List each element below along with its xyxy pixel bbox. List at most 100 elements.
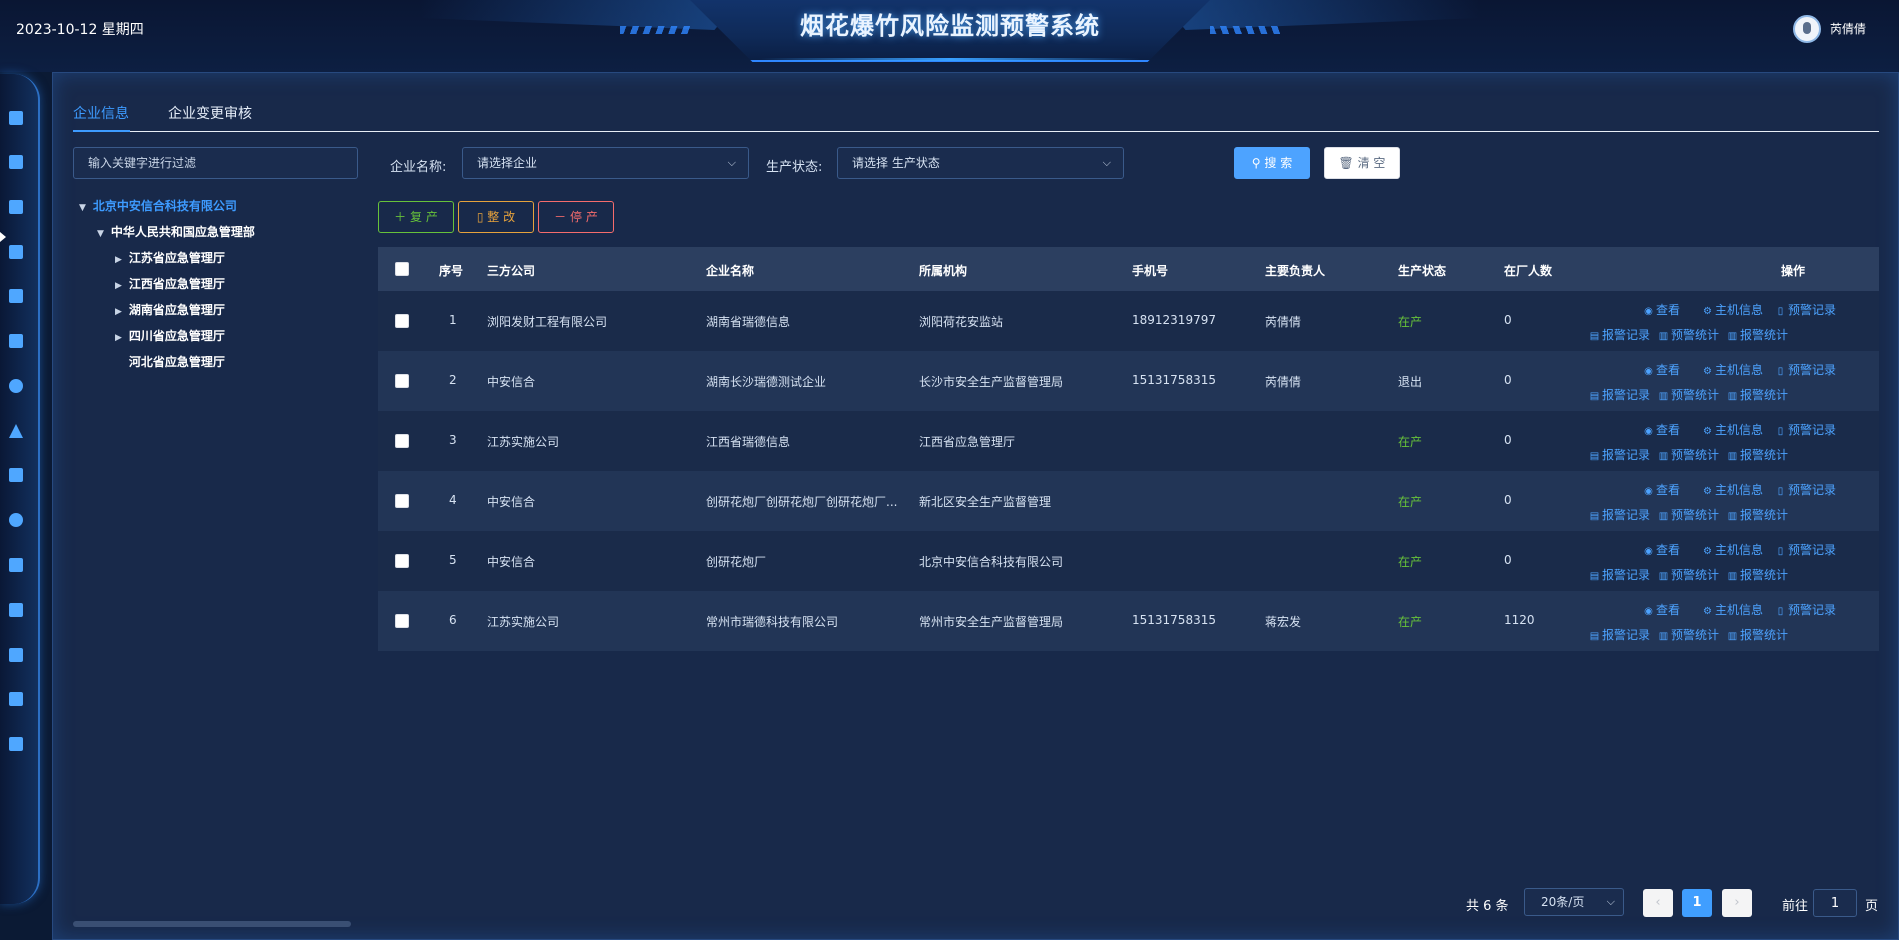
op-label: 主机信息	[1715, 543, 1764, 557]
bulb-icon[interactable]	[8, 512, 24, 528]
clear-button-label: 清 空	[1357, 156, 1386, 170]
op-alarm-record-link[interactable]: ▤ 报警记录	[1589, 506, 1650, 523]
goto-page-input[interactable]	[1813, 889, 1857, 917]
tab-enterprise-info[interactable]: 企业信息	[73, 103, 129, 123]
op-warning-stats-link[interactable]: ▥ 预警统计	[1658, 566, 1719, 583]
op-warning-record-link[interactable]: ▯ 预警记录	[1775, 601, 1836, 618]
tree-node-jiangxi[interactable]: ▶ 江西省应急管理厅	[115, 275, 225, 295]
enterprise-select[interactable]: 请选择企业 ⌵	[462, 147, 749, 179]
tree-filter-input[interactable]	[73, 147, 358, 179]
row-checkbox[interactable]	[395, 554, 409, 568]
alarm-icon[interactable]	[8, 378, 24, 394]
op-alarm-record-link[interactable]: ▤ 报警记录	[1589, 566, 1650, 583]
layers-icon[interactable]	[8, 736, 24, 752]
op-warning-record-link[interactable]: ▯ 预警记录	[1775, 481, 1836, 498]
row-checkbox[interactable]	[395, 494, 409, 508]
next-page-button[interactable]: ›	[1722, 889, 1752, 917]
warning-icon[interactable]	[8, 423, 24, 439]
op-view-link[interactable]: ◉ 查看	[1643, 361, 1680, 378]
caret-right-icon[interactable]: ▶	[115, 333, 125, 343]
op-view-link[interactable]: ◉ 查看	[1643, 541, 1680, 558]
page-size-select[interactable]: 20条/页 ⌵	[1524, 888, 1624, 916]
op-view-link[interactable]: ◉ 查看	[1643, 481, 1680, 498]
op-host-info-link[interactable]: ⚙ 主机信息	[1702, 481, 1763, 498]
chart-icon[interactable]	[8, 244, 24, 260]
tree-node-hebei[interactable]: 河北省应急管理厅	[115, 353, 225, 373]
op-alarm-record-link[interactable]: ▤ 报警记录	[1589, 446, 1650, 463]
avatar[interactable]	[1793, 15, 1821, 43]
caret-down-icon[interactable]: ▼	[97, 229, 107, 239]
bar-chart-icon: ▥	[1727, 511, 1738, 522]
id-card-icon[interactable]	[8, 288, 24, 304]
row-checkbox[interactable]	[395, 374, 409, 388]
row-checkbox[interactable]	[395, 314, 409, 328]
prev-page-button[interactable]: ‹	[1643, 889, 1673, 917]
caret-right-icon[interactable]: ▶	[115, 307, 125, 317]
op-warning-record-link[interactable]: ▯ 预警记录	[1775, 361, 1836, 378]
search-button[interactable]: ⚲ 搜 索	[1234, 147, 1310, 179]
op-host-info-link[interactable]: ⚙ 主机信息	[1702, 601, 1763, 618]
op-alarm-stats-link[interactable]: ▥ 报警统计	[1727, 446, 1788, 463]
home-icon[interactable]	[8, 110, 24, 126]
op-alarm-stats-link[interactable]: ▥ 报警统计	[1727, 506, 1788, 523]
op-alarm-record-link[interactable]: ▤ 报警记录	[1589, 386, 1650, 403]
op-host-info-link[interactable]: ⚙ 主机信息	[1702, 541, 1763, 558]
table-row: 1 浏阳发财工程有限公司 湖南省瑞德信息 浏阳荷花安监站 18912319797 芮倩倩 在…	[378, 291, 1879, 351]
op-warning-stats-link[interactable]: ▥ 预警统计	[1658, 326, 1719, 343]
op-alarm-stats-link[interactable]: ▥ 报警统计	[1727, 326, 1788, 343]
op-warning-stats-link[interactable]: ▥ 预警统计	[1658, 626, 1719, 643]
eye-icon: ◉	[1644, 366, 1653, 377]
op-host-info-link[interactable]: ⚙ 主机信息	[1702, 361, 1763, 378]
server-icon[interactable]	[8, 333, 24, 349]
tree-node-hunan[interactable]: ▶ 湖南省应急管理厅	[115, 301, 225, 321]
caret-down-icon[interactable]: ▼	[79, 203, 89, 213]
op-alarm-stats-link[interactable]: ▥ 报警统计	[1727, 386, 1788, 403]
op-warning-stats-link[interactable]: ▥ 预警统计	[1658, 506, 1719, 523]
op-alarm-record-link[interactable]: ▤ 报警记录	[1589, 626, 1650, 643]
op-host-info-link[interactable]: ⚙ 主机信息	[1702, 301, 1763, 318]
tab-enterprise-change-review[interactable]: 企业变更审核	[168, 103, 252, 123]
user-name[interactable]: 芮倩倩	[1830, 20, 1866, 37]
op-alarm-stats-link[interactable]: ▥ 报警统计	[1727, 626, 1788, 643]
rectify-button[interactable]: ▯ 整 改	[458, 201, 534, 233]
tree-node-root[interactable]: ▼ 北京中安信合科技有限公司	[79, 197, 237, 217]
op-label: 预警统计	[1671, 328, 1720, 342]
resume-production-button[interactable]: ＋ 复 产	[378, 201, 454, 233]
monitor-icon[interactable]	[8, 602, 24, 618]
op-label: 报警记录	[1602, 508, 1651, 522]
op-view-link[interactable]: ◉ 查看	[1643, 601, 1680, 618]
tree-node-ministry[interactable]: ▼ 中华人民共和国应急管理部	[97, 223, 255, 243]
op-warning-stats-link[interactable]: ▥ 预警统计	[1658, 446, 1719, 463]
op-warning-record-link[interactable]: ▯ 预警记录	[1775, 301, 1836, 318]
op-label: 报警统计	[1740, 508, 1789, 522]
tree-node-jiangsu[interactable]: ▶ 江苏省应急管理厅	[115, 249, 225, 269]
tree-horizontal-scrollbar[interactable]	[73, 921, 351, 927]
tree-node-sichuan[interactable]: ▶ 四川省应急管理厅	[115, 327, 225, 347]
stop-production-button[interactable]: － 停 产	[538, 201, 614, 233]
col-enterprise: 企业名称	[706, 264, 755, 278]
building-icon[interactable]	[8, 154, 24, 170]
select-all-checkbox[interactable]	[395, 262, 409, 276]
grid-icon[interactable]	[8, 647, 24, 663]
briefcase-icon[interactable]	[8, 199, 24, 215]
clear-button[interactable]: 🗑 清 空	[1324, 147, 1400, 179]
caret-right-icon[interactable]: ▶	[115, 281, 125, 291]
op-warning-stats-link[interactable]: ▥ 预警统计	[1658, 386, 1719, 403]
page-button-1[interactable]: 1	[1682, 889, 1712, 917]
bar-chart-icon: ▥	[1658, 451, 1669, 462]
report-icon[interactable]	[8, 557, 24, 573]
op-alarm-stats-link[interactable]: ▥ 报警统计	[1727, 566, 1788, 583]
document-icon[interactable]	[8, 467, 24, 483]
caret-right-icon[interactable]: ▶	[115, 255, 125, 265]
status-select[interactable]: 请选择 生产状态 ⌵	[837, 147, 1124, 179]
op-view-link[interactable]: ◉ 查看	[1643, 301, 1680, 318]
op-warning-record-link[interactable]: ▯ 预警记录	[1775, 541, 1836, 558]
op-host-info-link[interactable]: ⚙ 主机信息	[1702, 421, 1763, 438]
op-view-link[interactable]: ◉ 查看	[1643, 421, 1680, 438]
op-warning-record-link[interactable]: ▯ 预警记录	[1775, 421, 1836, 438]
op-alarm-record-link[interactable]: ▤ 报警记录	[1589, 326, 1650, 343]
op-label: 报警记录	[1602, 628, 1651, 642]
row-checkbox[interactable]	[395, 434, 409, 448]
row-checkbox[interactable]	[395, 614, 409, 628]
bar-chart-icon[interactable]	[8, 691, 24, 707]
